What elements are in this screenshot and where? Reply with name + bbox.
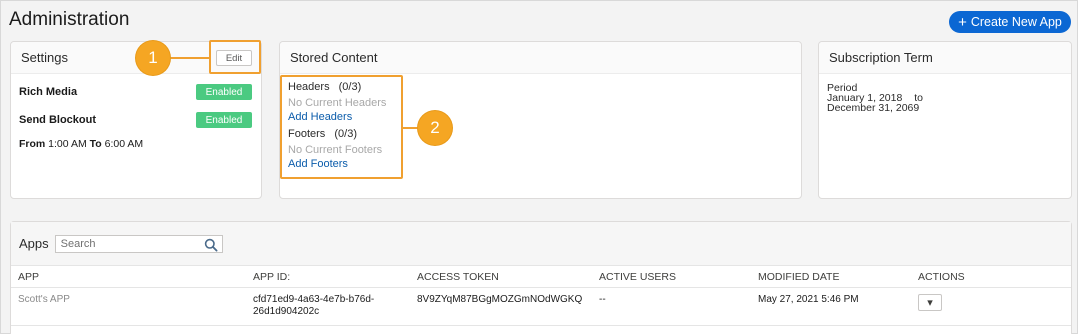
page-title: Administration [9,9,130,30]
subscription-term-title: Subscription Term [819,42,1071,74]
column-header-access-token: ACCESS TOKEN [417,271,499,283]
column-header-active-users: ACTIVE USERS [599,271,677,283]
active-users-cell: -- [599,294,606,305]
apps-title: Apps [19,236,49,251]
apps-header: Apps Search [11,222,1071,266]
edit-highlight-box [209,40,261,74]
from-label: From [19,138,46,150]
rich-media-status-badge: Enabled [196,84,252,100]
to-label: To [89,138,102,150]
app-id-line-1: cfd71ed9-4a63-4e7b-b76d- [253,294,375,305]
stored-content-title: Stored Content [280,42,801,74]
callout-1-connector [169,57,210,59]
search-icon[interactable] [204,238,218,252]
column-header-app-id: APP ID: [253,271,291,283]
app-id-cell: cfd71ed9-4a63-4e7b-b76d- 26d1d904202c [253,294,374,318]
app-id-line-2: 26d1d904202c [253,306,320,317]
row-actions-dropdown-button[interactable]: ▾ [918,294,942,311]
apps-search-input[interactable]: Search [54,234,223,253]
access-token-cell: 8V9ZYqM87BGgMOZGmNOdWGKQ [417,294,583,305]
table-header-divider [11,287,1071,288]
callout-1-marker: 1 [136,41,170,75]
send-blockout-status-badge: Enabled [196,112,252,128]
search-placeholder: Search [60,237,96,250]
table-row-divider [11,325,1071,326]
modified-date-cell: May 27, 2021 5:46 PM [758,294,859,305]
rich-media-label: Rich Media [19,86,78,98]
column-header-actions: ACTIONS [918,271,965,283]
period-end: December 31, 2069 [827,102,920,114]
apps-card: Apps Search [10,221,1072,334]
plus-icon: + [958,13,967,31]
create-new-app-button[interactable]: + Create New App [949,11,1071,33]
to-time: 6:00 AM [104,138,144,150]
subscription-term-card: Subscription Term [818,41,1072,199]
stored-content-highlight-box [280,75,403,179]
callout-2-marker: 2 [418,111,452,145]
column-header-modified-date: MODIFIED DATE [758,271,840,283]
app-name-cell: Scott's APP [18,294,70,305]
column-header-app: APP [18,271,40,283]
create-new-app-label: Create New App [970,15,1062,29]
from-time: 1:00 AM [48,138,87,150]
blockout-schedule: From 1:00 AM To 6:00 AM [19,138,143,150]
send-blockout-label: Send Blockout [19,114,97,126]
